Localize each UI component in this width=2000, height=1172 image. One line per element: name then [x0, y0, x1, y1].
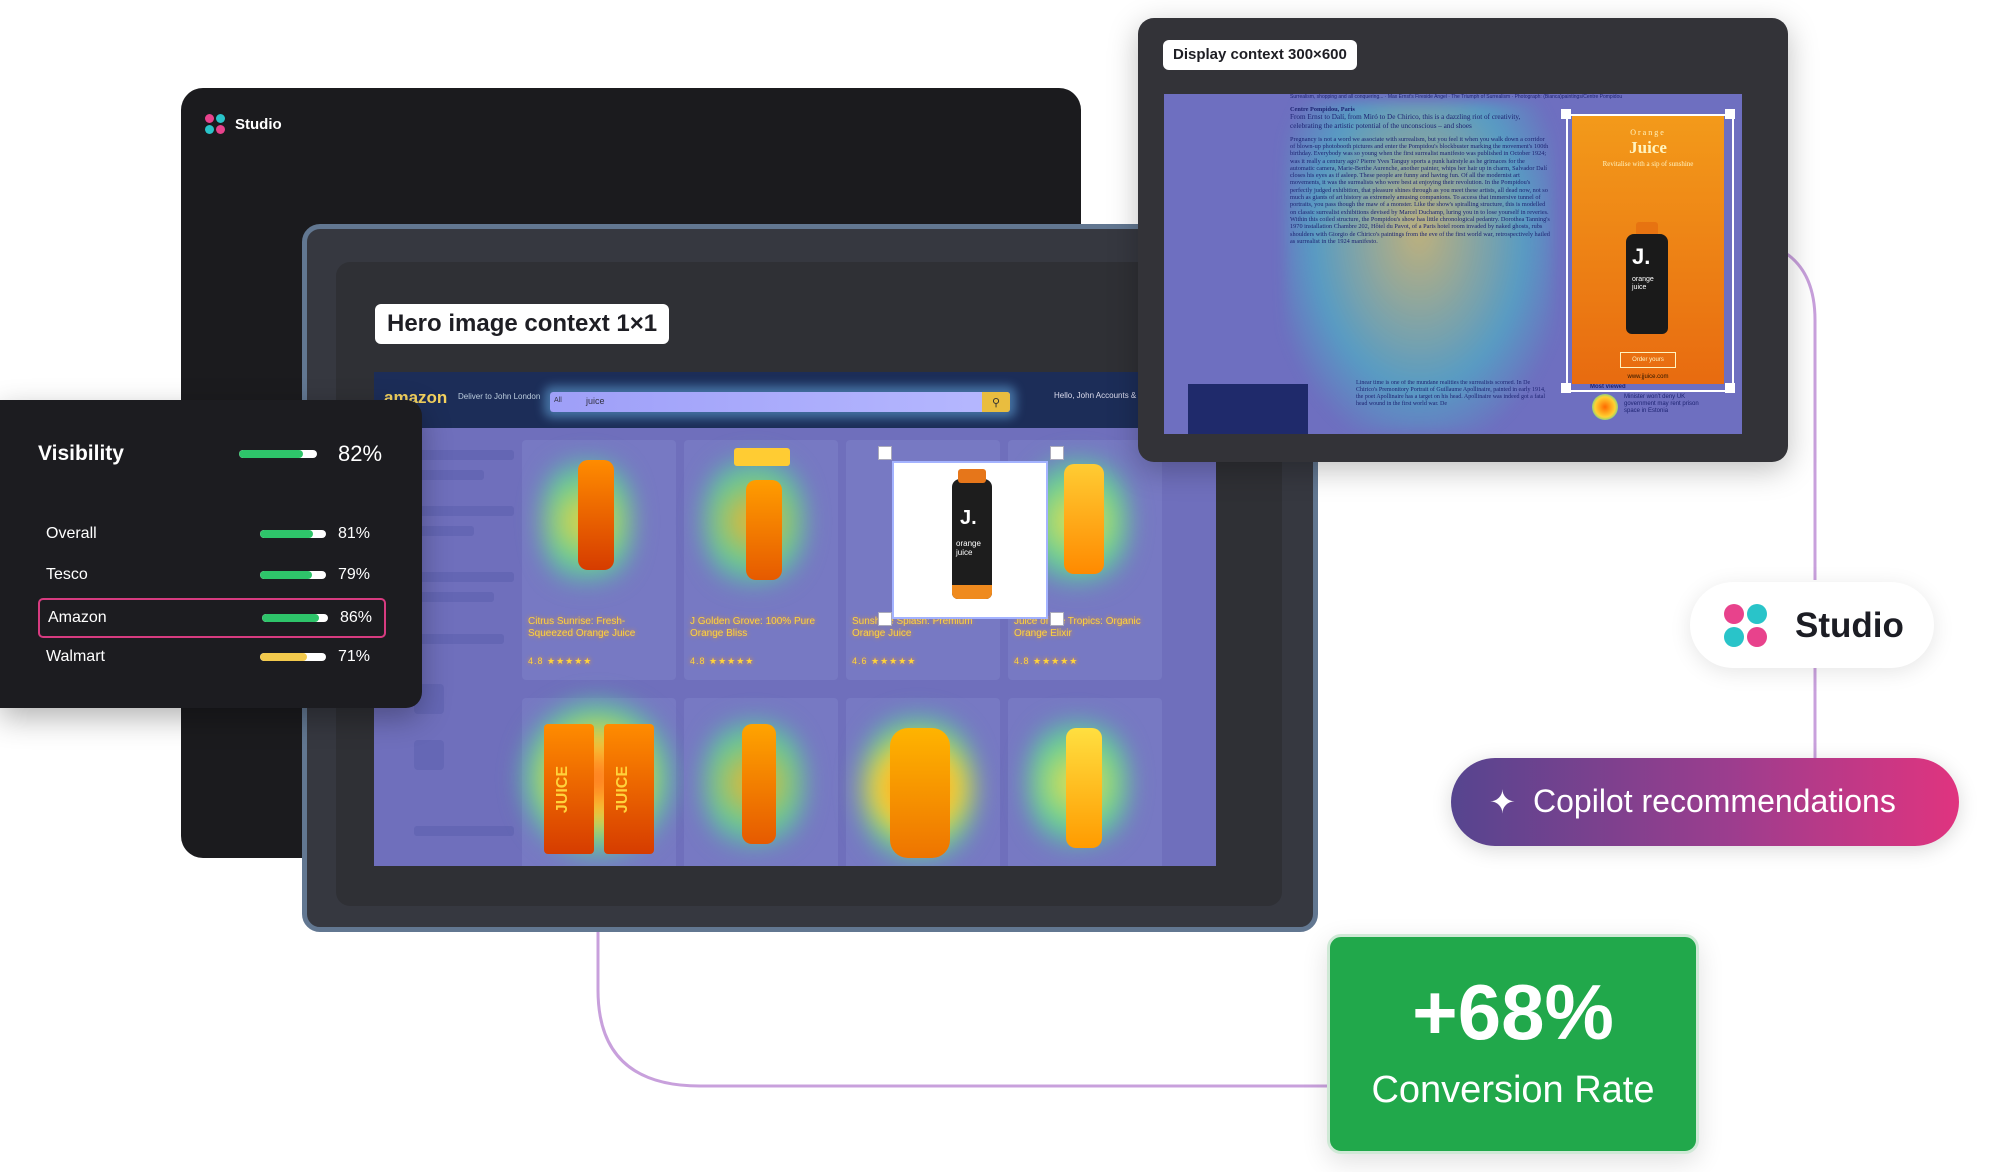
studio-logo-icon — [1724, 604, 1767, 647]
selected-product-name: orange juice — [956, 539, 981, 557]
copilot-recommendations-button[interactable]: ✦ Copilot recommendations — [1451, 758, 1959, 846]
filter-sidebar — [414, 444, 532, 854]
article-headline: From Ernst to Dalí, from Miró to De Chir… — [1290, 113, 1521, 130]
product-rating: 4.6 ★★★★★ — [852, 656, 917, 666]
article-breadcrumb[interactable]: Surrealism, shopping and all conquering.… — [1290, 94, 1710, 100]
conversion-label: Conversion Rate — [1371, 1069, 1655, 1111]
row-label: Walmart — [46, 648, 105, 665]
row-bar — [260, 571, 326, 579]
product-card[interactable]: JUICE JUICE — [522, 698, 676, 866]
row-bar — [260, 530, 326, 538]
product-rating: 4.8 ★★★★★ — [690, 656, 755, 666]
resize-handle[interactable] — [1725, 109, 1735, 119]
most-viewed-item[interactable]: Minister won't deny UK government may re… — [1624, 394, 1714, 415]
row-label: Overall — [46, 525, 97, 542]
most-viewed-thumb[interactable] — [1592, 394, 1618, 420]
product-title[interactable]: J Golden Grove: 100% Pure Orange Bliss — [690, 616, 830, 640]
studio-badge[interactable]: Studio — [1690, 582, 1934, 668]
studio-app-name: Studio — [235, 115, 282, 133]
product-title[interactable]: Sunshine Splash: Premium Orange Juice — [852, 616, 992, 640]
resize-handle[interactable] — [1561, 109, 1571, 119]
search-icon[interactable]: ⚲ — [982, 392, 1010, 412]
row-bar — [260, 653, 326, 661]
display-article-page: Surrealism, shopping and all conquering.… — [1164, 94, 1742, 434]
row-label: Amazon — [48, 609, 107, 626]
product-card[interactable]: J Golden Grove: 100% Pure Orange Bliss 4… — [684, 440, 838, 680]
visibility-overall-bar — [239, 450, 317, 458]
deliver-to[interactable]: Deliver to John London — [458, 392, 540, 401]
visibility-row-tesco[interactable]: Tesco 79% — [38, 557, 382, 593]
product-title[interactable]: Juice of the Tropics: Organic Orange Eli… — [1014, 616, 1154, 640]
resize-handle[interactable] — [1725, 383, 1735, 393]
search-category[interactable]: All — [554, 397, 562, 404]
product-title[interactable]: Citrus Sunrise: Fresh-Squeezed Orange Ju… — [528, 616, 668, 640]
resize-handle[interactable] — [1050, 446, 1064, 460]
display-context-label: Display context 300×600 — [1163, 40, 1357, 70]
product-card[interactable] — [684, 698, 838, 866]
row-value: 86% — [340, 609, 373, 626]
resize-handle[interactable] — [1050, 612, 1064, 626]
article-photo[interactable] — [1188, 384, 1308, 434]
selected-product-image[interactable]: J. orange juice — [894, 463, 1046, 617]
studio-app-header: Studio — [205, 114, 282, 134]
ad-selection-box — [1566, 114, 1734, 392]
resize-handle[interactable] — [878, 446, 892, 460]
studio-logo-icon — [205, 114, 225, 134]
hero-context-label: Hero image context 1×1 — [375, 304, 670, 344]
row-label: Tesco — [46, 566, 88, 583]
visibility-row-amazon[interactable]: Amazon 86% — [38, 598, 386, 638]
product-rating: 4.8 ★★★★★ — [528, 656, 593, 666]
row-bar — [262, 614, 328, 622]
copilot-label: Copilot recommendations — [1533, 783, 1896, 819]
row-value: 79% — [338, 566, 371, 583]
sparkle-icon: ✦ — [1489, 784, 1516, 820]
product-card[interactable]: Citrus Sunrise: Fresh-Squeezed Orange Ju… — [522, 440, 676, 680]
amazon-search-bar[interactable]: All juice ⚲ — [550, 392, 1010, 412]
visibility-row-walmart[interactable]: Walmart 71% — [38, 639, 382, 675]
article-body: Pregnancy is not a word we associate wit… — [1290, 135, 1550, 245]
amazon-nav-bar: amazon Deliver to John London All juice … — [374, 372, 1216, 428]
product-rating: 4.8 ★★★★★ — [1014, 656, 1079, 666]
visibility-title: Visibility — [38, 442, 124, 465]
row-value: 71% — [338, 648, 371, 665]
row-value: 81% — [338, 525, 371, 542]
search-input[interactable]: juice — [586, 396, 605, 406]
carton-label: JUICE — [554, 766, 571, 814]
product-card[interactable] — [1008, 698, 1162, 866]
visibility-overall-value: 82% — [338, 441, 383, 466]
article-kicker: Centre Pompidou, Paris — [1290, 106, 1355, 113]
conversion-rate-card: +68% Conversion Rate — [1327, 934, 1699, 1154]
article-lower-text: Linear time is one of the mundane realit… — [1356, 380, 1546, 407]
visibility-panel: Visibility 82% Overall 81% Tesco 79% Ama… — [0, 400, 422, 708]
visibility-row-overall[interactable]: Overall 81% — [38, 516, 382, 552]
article-text-block: Centre Pompidou, Paris From Ernst to Dal… — [1290, 106, 1550, 348]
conversion-value: +68% — [1412, 968, 1614, 1056]
resize-handle[interactable] — [878, 612, 892, 626]
studio-badge-label: Studio — [1795, 606, 1904, 645]
amazon-results-page: amazon Deliver to John London All juice … — [374, 372, 1216, 866]
carton-label: JUICE — [614, 766, 631, 814]
product-card[interactable] — [846, 698, 1000, 866]
resize-handle[interactable] — [1561, 383, 1571, 393]
selected-product-brand: J. — [960, 507, 977, 529]
